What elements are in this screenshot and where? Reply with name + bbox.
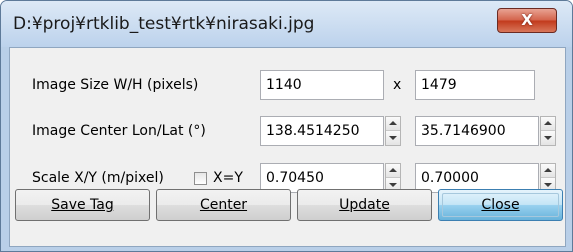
center-button[interactable]: Center [156, 189, 291, 221]
dialog-window: D:¥proj¥rtklib_test¥rtk¥nirasaki.jpg X I… [0, 0, 573, 252]
arrow-up-icon [389, 121, 397, 125]
arrow-down-icon [544, 183, 552, 187]
size-separator-label: x [393, 77, 402, 93]
image-width-field[interactable]: 1140 [260, 70, 384, 100]
center-lat-spinner[interactable] [540, 116, 556, 146]
close-button[interactable]: Close [438, 189, 563, 221]
arrow-up-icon [389, 168, 397, 172]
title-bar[interactable]: D:¥proj¥rtklib_test¥rtk¥nirasaki.jpg X [1, 1, 572, 47]
center-lon-field[interactable]: 138.4514250 [260, 116, 384, 146]
window-title: D:¥proj¥rtklib_test¥rtk¥nirasaki.jpg [13, 14, 315, 34]
x-equals-y-checkbox[interactable] [194, 172, 207, 185]
arrow-up-icon [544, 121, 552, 125]
spin-up-button[interactable] [541, 117, 555, 131]
spin-up-button[interactable] [541, 164, 555, 178]
center-lon-spinner[interactable] [385, 116, 401, 146]
image-height-field[interactable]: 1479 [415, 70, 535, 100]
close-button-label: Close [481, 197, 520, 213]
spin-up-button[interactable] [386, 117, 400, 131]
update-button[interactable]: Update [297, 189, 432, 221]
spin-down-button[interactable] [386, 131, 400, 145]
spin-down-button[interactable] [541, 131, 555, 145]
save-tag-button[interactable]: Save Tag [15, 189, 150, 221]
arrow-up-icon [544, 168, 552, 172]
image-center-label: Image Center Lon/Lat (°) [32, 123, 206, 139]
scale-label: Scale X/Y (m/pixel) [32, 170, 164, 186]
window-close-button[interactable]: X [497, 8, 557, 33]
arrow-down-icon [389, 136, 397, 140]
arrow-down-icon [544, 136, 552, 140]
x-equals-y-label[interactable]: X=Y [213, 170, 243, 186]
center-lat-field[interactable]: 35.7146900 [415, 116, 539, 146]
spin-up-button[interactable] [386, 164, 400, 178]
image-size-label: Image Size W/H (pixels) [32, 77, 199, 93]
arrow-down-icon [389, 183, 397, 187]
